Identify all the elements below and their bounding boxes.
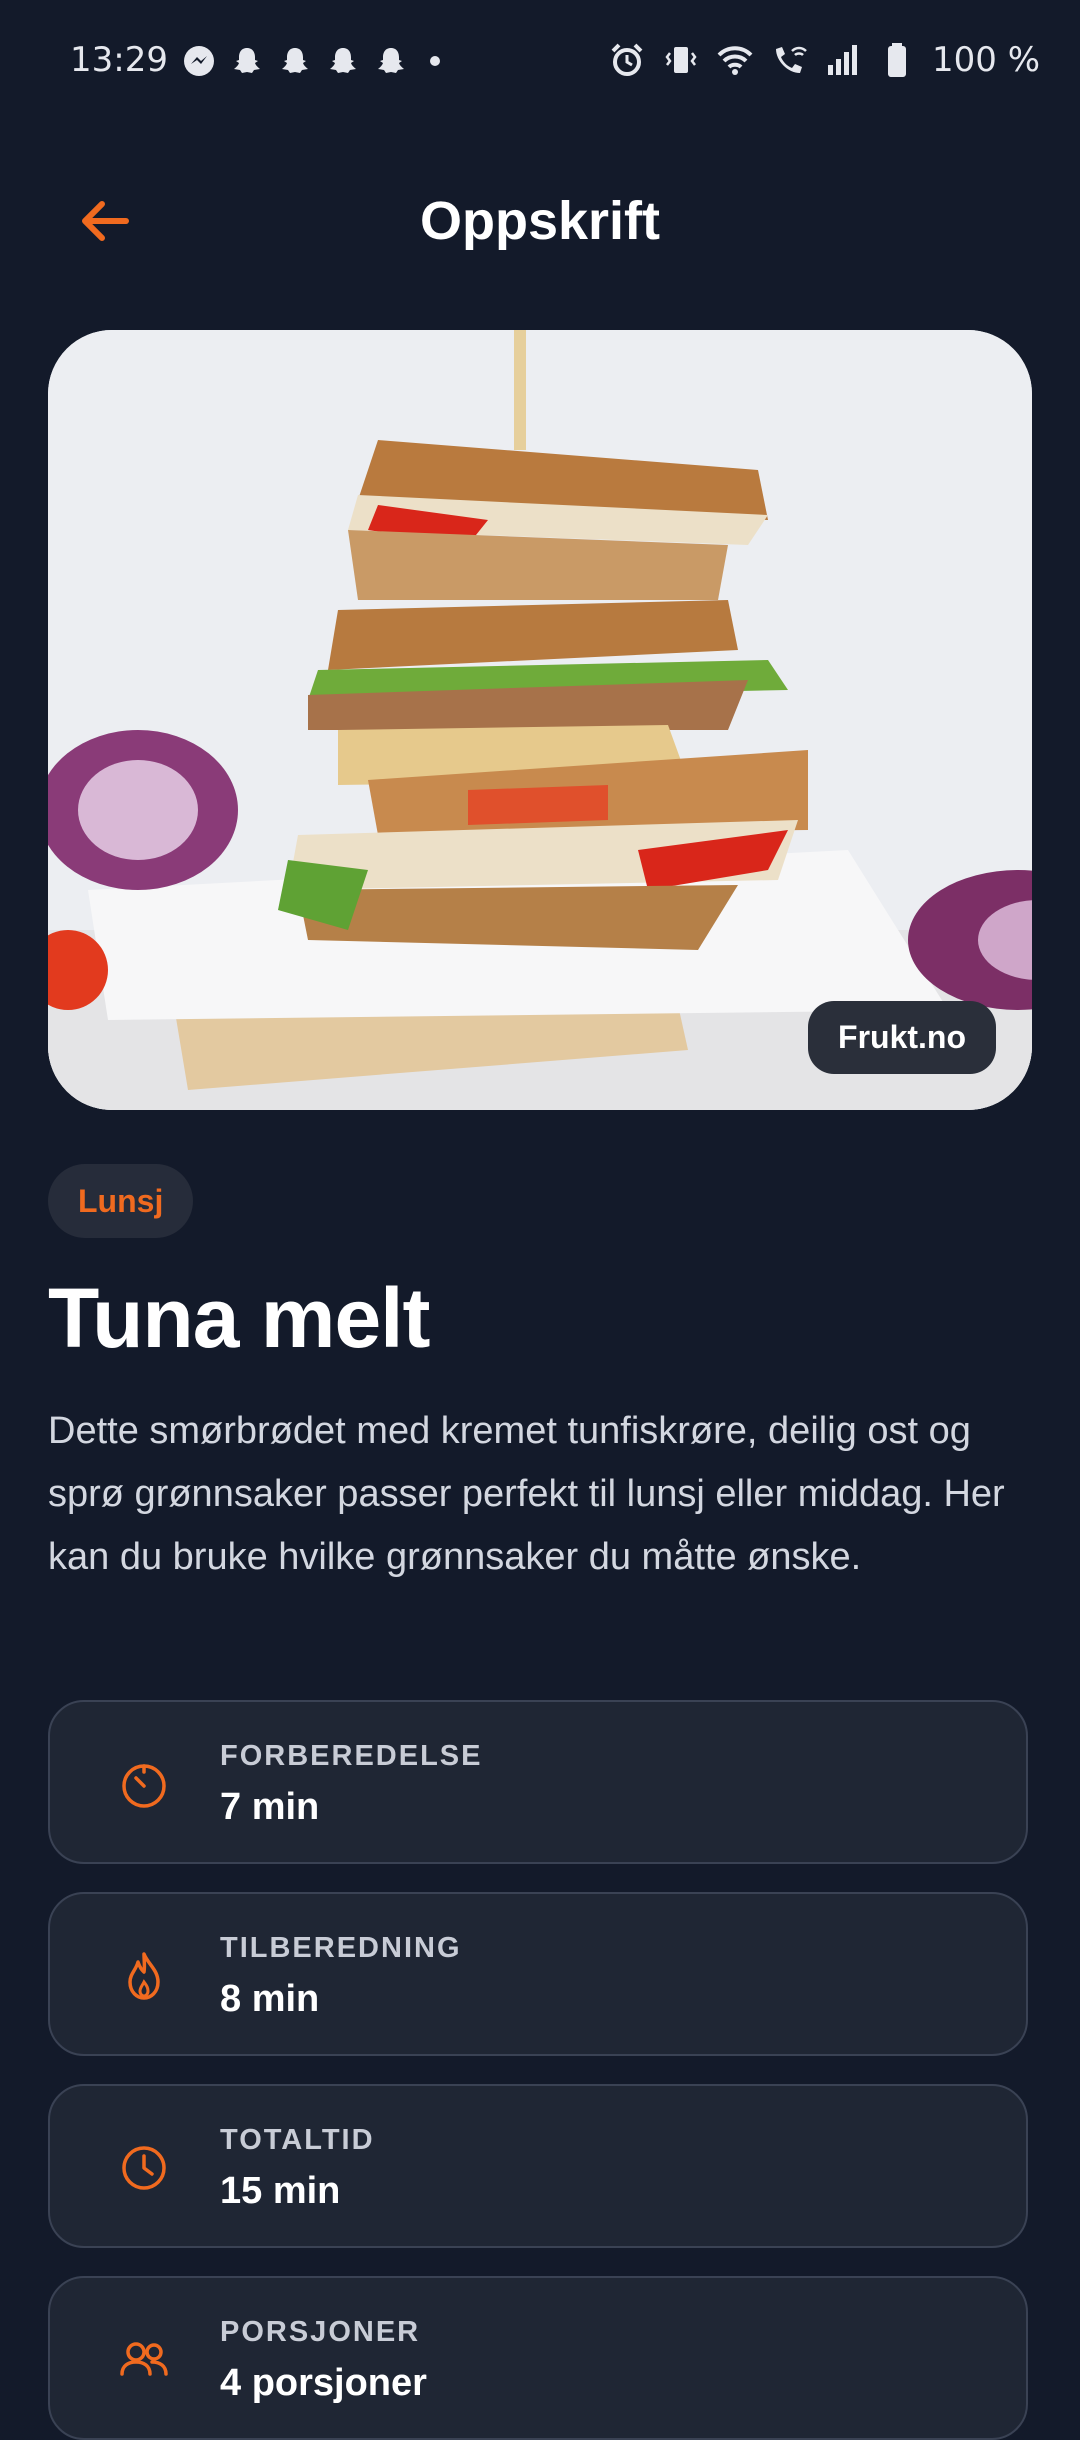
clock-icon (122, 2146, 166, 2190)
notification-icons (182, 44, 440, 78)
info-value: 4 porsjoner (220, 2362, 427, 2404)
status-time: 13:29 (70, 40, 168, 80)
recipe-title: Tuna melt (48, 1271, 430, 1365)
recipe-description: Dette smørbrødet med kremet tunfiskrøre,… (48, 1410, 1005, 1578)
messenger-icon (184, 46, 214, 76)
signal-icon (827, 45, 857, 75)
cook-time-card: TILBEREDNING 8 min (48, 1892, 1028, 2056)
page-title: Oppskrift (419, 191, 661, 251)
servings-card: PORSJONER 4 porsjoner (48, 2276, 1028, 2440)
recipe-image: Frukt.no (48, 330, 1032, 1110)
status-bar: 13:29 100 % (0, 0, 1080, 130)
snapchat-icon (282, 48, 308, 73)
flame-icon (128, 1952, 160, 2000)
more-notifications-dot (430, 56, 440, 66)
info-label: PORSJONER (220, 2316, 421, 2348)
people-icon (120, 2342, 168, 2376)
alarm-icon (611, 43, 643, 76)
info-label: TILBEREDNING (220, 1932, 462, 1964)
info-value: 7 min (220, 1786, 320, 1828)
system-icons: 100 % (608, 40, 1040, 80)
sandwich-illustration (48, 330, 1032, 1110)
prep-time-card: FORBEREDELSE 7 min (48, 1700, 1028, 1864)
battery-icon (887, 43, 906, 77)
wifi-calling-icon (775, 46, 807, 73)
snapchat-icon (330, 48, 356, 73)
vibrate-icon (665, 47, 697, 73)
snapchat-icon (234, 48, 260, 73)
total-time-card: TOTALTID 15 min (48, 2084, 1028, 2248)
info-label: FORBEREDELSE (220, 1740, 483, 1772)
category-chip[interactable]: Lunsj (48, 1164, 194, 1238)
battery-percentage: 100 % (931, 40, 1040, 80)
snapchat-icon (378, 48, 404, 73)
info-value: 8 min (220, 1978, 320, 2020)
image-source-badge[interactable]: Frukt.no (808, 1001, 996, 1074)
timer-icon (122, 1764, 166, 1808)
info-label: TOTALTID (220, 2124, 375, 2156)
info-value: 15 min (220, 2170, 341, 2212)
wifi-icon (717, 46, 753, 75)
app-header: Oppskrift (0, 160, 1080, 280)
